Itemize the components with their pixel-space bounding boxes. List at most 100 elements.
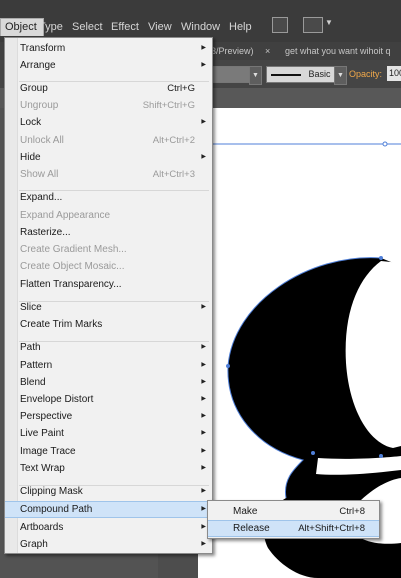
menu-item-label: Rasterize... [20, 227, 71, 238]
anchor-point[interactable] [311, 451, 315, 455]
menu-item-label: Create Object Mosaic... [20, 261, 125, 272]
submenu-arrow-icon: ▶ [201, 154, 206, 160]
menu-item-path[interactable]: Path ▶ [5, 339, 212, 356]
menu-effect[interactable]: Effect [111, 21, 139, 33]
menu-item-label: Blend [20, 377, 46, 388]
menu-item-lock[interactable]: Lock ▶ [5, 114, 212, 131]
document-tab-label[interactable]: 3/Preview) [211, 46, 254, 56]
menu-item-image-trace[interactable]: Image Trace ▶ [5, 443, 212, 460]
menu-item-hide[interactable]: Hide ▶ [5, 149, 212, 166]
stroke-line-preview [271, 73, 301, 76]
menu-item-label: Ungroup [20, 100, 59, 111]
menu-item-expand[interactable]: Expand... [5, 189, 212, 206]
menu-item-blend[interactable]: Blend ▶ [5, 374, 212, 391]
menu-item-create-object-mosaic: Create Object Mosaic... [5, 258, 212, 275]
menu-item-label: Text Wrap [20, 463, 65, 474]
menu-bar: Object Type Select Effect View Window He… [0, 0, 401, 42]
chevron-down-icon[interactable]: ▼ [325, 18, 333, 27]
menu-item-shortcut: Alt+Ctrl+2 [152, 135, 195, 146]
menu-item-label: Clipping Mask [20, 486, 83, 497]
arrange-documents-icon[interactable] [303, 17, 323, 33]
compound-path-submenu: Make Ctrl+8 Release Alt+Shift+Ctrl+8 [207, 500, 380, 539]
object-menu: Transform ▶ Arrange ▶ Group Ctrl+G Ungroup Shif… [4, 37, 213, 554]
submenu-item-release[interactable]: Release Alt+Shift+Ctrl+8 [208, 520, 379, 537]
menu-item-label: Pattern [20, 360, 53, 371]
menu-item-artboards[interactable]: Artboards ▶ [5, 519, 212, 536]
menu-item-label: Group [20, 83, 48, 94]
submenu-arrow-icon: ▶ [201, 62, 206, 68]
submenu-item-shortcut: Ctrl+8 [339, 506, 365, 517]
stroke-weight-dropdown[interactable]: ▼ [249, 66, 262, 85]
menu-item-flatten-transparency[interactable]: Flatten Transparency... [5, 276, 212, 293]
submenu-arrow-icon: ▶ [201, 304, 206, 310]
menu-item-compound-path[interactable]: Compound Path ▶ [5, 501, 212, 518]
variable-width-profile[interactable]: Basic [266, 66, 338, 83]
menu-item-text-wrap[interactable]: Text Wrap ▶ [5, 460, 212, 477]
menu-item-expand-appearance: Expand Appearance [5, 207, 212, 224]
submenu-arrow-icon: ▶ [201, 344, 206, 350]
submenu-arrow-icon: ▶ [201, 362, 206, 368]
submenu-arrow-icon: ▶ [201, 506, 206, 512]
anchor-point[interactable] [226, 364, 230, 368]
menu-item-arrange[interactable]: Arrange ▶ [5, 57, 212, 74]
menu-item-label: Show All [20, 169, 59, 180]
menu-item-label: Path [20, 342, 41, 353]
opacity-field[interactable]: 100 [387, 66, 401, 81]
menu-item-label: Flatten Transparency... [20, 279, 122, 290]
menu-item-create-trim-marks[interactable]: Create Trim Marks [5, 316, 212, 333]
submenu-arrow-icon: ▶ [201, 413, 206, 419]
menu-item-label: Live Paint [20, 428, 64, 439]
submenu-item-make[interactable]: Make Ctrl+8 [208, 503, 379, 520]
submenu-arrow-icon: ▶ [201, 524, 206, 530]
menu-item-rasterize[interactable]: Rasterize... [5, 224, 212, 241]
document-tab-2[interactable]: get what you want wihoit q [285, 46, 391, 56]
menu-item-pattern[interactable]: Pattern ▶ [5, 357, 212, 374]
menu-item-perspective[interactable]: Perspective ▶ [5, 408, 212, 425]
submenu-arrow-icon: ▶ [201, 396, 206, 402]
menu-select[interactable]: Select [72, 21, 103, 33]
anchor-point[interactable] [382, 141, 388, 147]
menu-item-label: Transform [20, 43, 66, 54]
menu-item-shortcut: Ctrl+G [167, 83, 195, 94]
menu-item-graph[interactable]: Graph ▶ [5, 536, 212, 553]
submenu-item-label: Release [233, 523, 270, 534]
close-tab-icon[interactable]: × [265, 46, 270, 56]
menu-item-create-gradient-mesh: Create Gradient Mesh... [5, 241, 212, 258]
submenu-arrow-icon: ▶ [201, 541, 206, 547]
menu-item-live-paint[interactable]: Live Paint ▶ [5, 425, 212, 442]
menu-item-label: Lock [20, 117, 42, 128]
submenu-item-label: Make [233, 506, 258, 517]
menu-type[interactable]: Type [39, 21, 63, 33]
menu-item-slice[interactable]: Slice ▶ [5, 299, 212, 316]
menu-item-label: Envelope Distort [20, 394, 94, 405]
submenu-arrow-icon: ▶ [201, 45, 206, 51]
menu-item-show-all: Show All Alt+Ctrl+3 [5, 166, 212, 183]
bridge-icon[interactable] [272, 17, 288, 33]
submenu-arrow-icon: ▶ [201, 465, 206, 471]
menu-view[interactable]: View [148, 21, 172, 33]
menu-item-clipping-mask[interactable]: Clipping Mask ▶ [5, 483, 212, 500]
menu-item-label: Arrange [20, 60, 56, 71]
brush-style-dropdown[interactable]: ▼ [334, 66, 347, 85]
menu-item-label: Expand... [20, 192, 63, 203]
opacity-label[interactable]: Opacity: [349, 69, 382, 79]
submenu-arrow-icon: ▶ [201, 119, 206, 125]
menu-window[interactable]: Window [181, 21, 220, 33]
submenu-item-shortcut: Alt+Shift+Ctrl+8 [298, 523, 365, 534]
menu-item-transform[interactable]: Transform ▶ [5, 40, 212, 57]
menu-help[interactable]: Help [229, 21, 252, 33]
menu-item-label: Expand Appearance [20, 210, 111, 221]
menu-item-group[interactable]: Group Ctrl+G [5, 80, 212, 97]
menu-item-label: Slice [20, 302, 42, 313]
anchor-point[interactable] [379, 256, 383, 260]
anchor-point[interactable] [379, 454, 383, 458]
menu-item-shortcut: Shift+Ctrl+G [142, 100, 195, 111]
submenu-arrow-icon: ▶ [201, 379, 206, 385]
brush-style-label: Basic [308, 69, 331, 79]
menu-item-envelope-distort[interactable]: Envelope Distort ▶ [5, 391, 212, 408]
stroke-weight-field[interactable] [212, 66, 250, 83]
menu-object[interactable]: Object [0, 18, 44, 36]
menu-item-shortcut: Alt+Ctrl+3 [152, 169, 195, 180]
menu-item-label: Image Trace [20, 446, 76, 457]
menu-item-label: Artboards [20, 522, 64, 533]
